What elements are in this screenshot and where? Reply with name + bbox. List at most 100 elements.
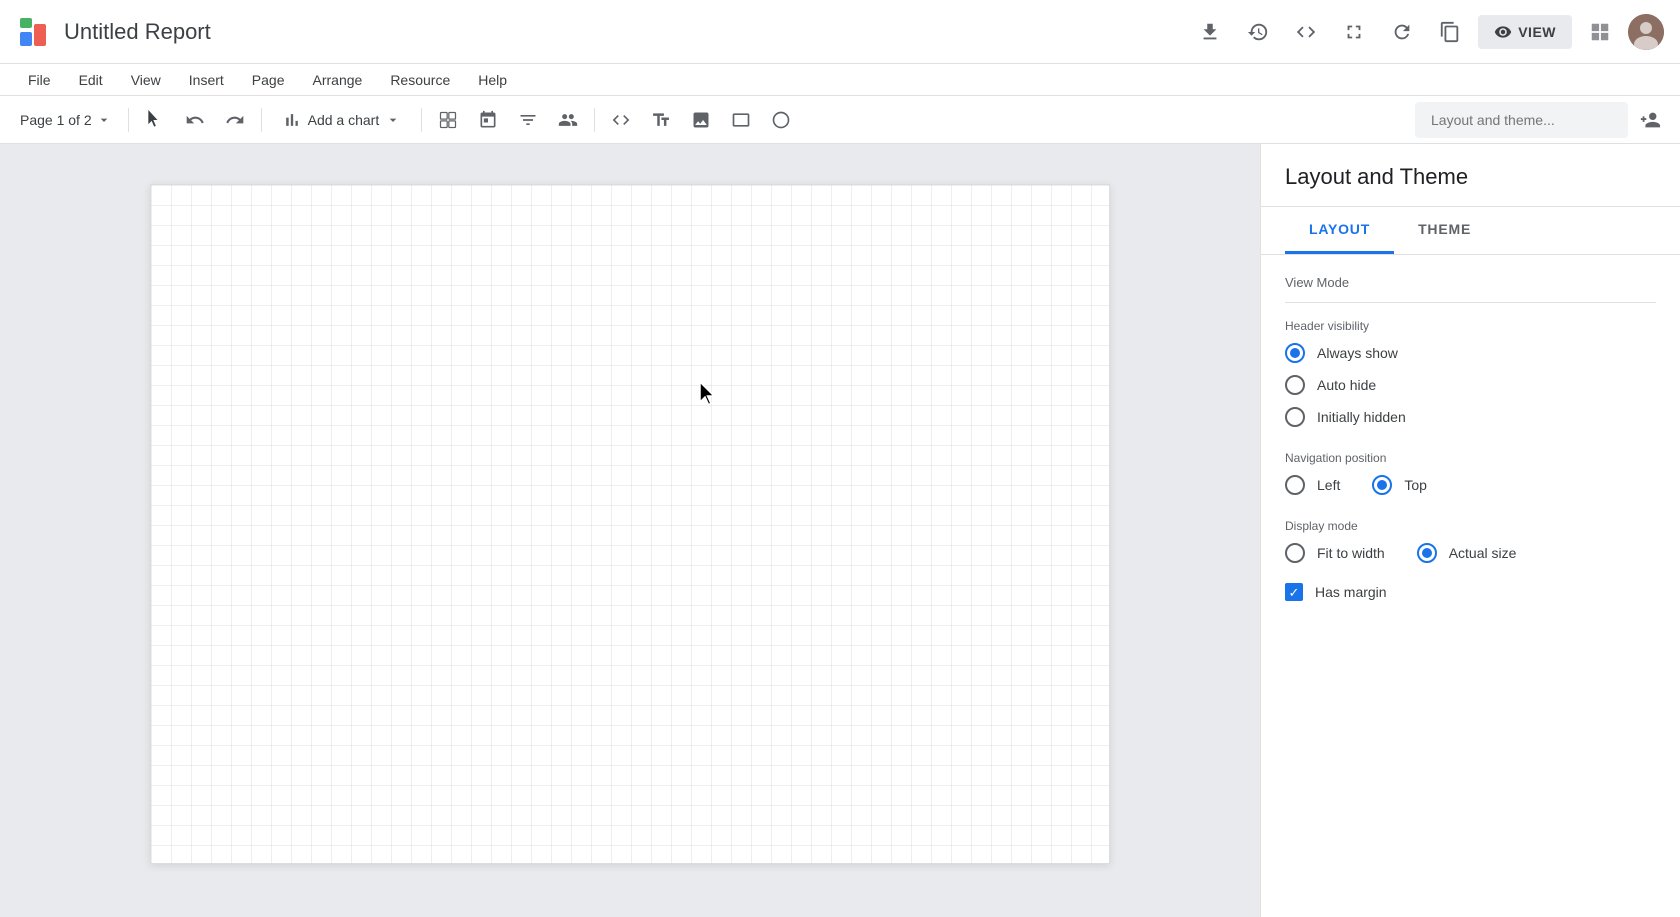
redo-button[interactable] (217, 102, 253, 138)
display-mode-group: Fit to width Actual size (1285, 543, 1656, 563)
menu-edit[interactable]: Edit (67, 68, 115, 92)
add-data-button[interactable] (550, 102, 586, 138)
radio-always-show[interactable]: Always show (1285, 343, 1656, 363)
looker-studio-logo-icon (16, 14, 52, 50)
display-actual-radio (1417, 543, 1437, 563)
radio-always-show-outer (1285, 343, 1305, 363)
display-fit-radio (1285, 543, 1305, 563)
image-icon (691, 110, 711, 130)
radio-auto-hide-outer (1285, 375, 1305, 395)
toolbar-separator-2 (261, 108, 262, 132)
fullscreen-button[interactable] (1334, 12, 1374, 52)
panel-header: Layout and Theme (1261, 144, 1680, 207)
report-canvas[interactable] (150, 184, 1110, 864)
display-actual-radio-inner (1422, 548, 1432, 558)
add-filter-button[interactable] (510, 102, 546, 138)
navigation-position-group: Left Top (1285, 475, 1656, 495)
avatar[interactable] (1628, 14, 1664, 50)
canvas-area[interactable] (0, 144, 1260, 917)
menu-help[interactable]: Help (466, 68, 519, 92)
add-user-button[interactable] (1632, 102, 1668, 138)
add-user-icon (1639, 109, 1661, 131)
display-actual-label: Actual size (1449, 545, 1517, 561)
history-icon (1247, 21, 1269, 43)
menu-bar: File Edit View Insert Page Arrange Resou… (0, 64, 1680, 96)
user-avatar-svg (1628, 14, 1664, 50)
history-button[interactable] (1238, 12, 1278, 52)
checkbox-checkmark: ✓ (1289, 586, 1300, 599)
avatar-image (1628, 14, 1664, 50)
header-actions: VIEW (1190, 12, 1664, 52)
nav-top-option[interactable]: Top (1372, 475, 1427, 495)
embed-icon (611, 110, 631, 130)
refresh-button[interactable] (1382, 12, 1422, 52)
display-actual-option[interactable]: Actual size (1417, 543, 1517, 563)
radio-auto-hide[interactable]: Auto hide (1285, 375, 1656, 395)
page-selector[interactable]: Page 1 of 2 (12, 108, 120, 132)
filter-icon (518, 110, 538, 130)
view-button-label: VIEW (1518, 24, 1556, 40)
header-visibility-label: Header visibility (1285, 319, 1656, 333)
has-margin-checkbox[interactable]: ✓ (1285, 583, 1303, 601)
undo-button[interactable] (177, 102, 213, 138)
image-button[interactable] (683, 102, 719, 138)
radio-initially-hidden[interactable]: Initially hidden (1285, 407, 1656, 427)
calendar-icon (478, 110, 498, 130)
fullscreen-icon (1343, 21, 1365, 43)
has-margin-label: Has margin (1315, 584, 1387, 600)
bar-chart-icon (282, 110, 302, 130)
page-dropdown-icon (96, 112, 112, 128)
nav-top-radio (1372, 475, 1392, 495)
add-date-range-button[interactable] (470, 102, 506, 138)
grid-icon (1589, 21, 1611, 43)
grid-button[interactable] (1580, 12, 1620, 52)
display-fit-label: Fit to width (1317, 545, 1385, 561)
rectangle-icon (731, 110, 751, 130)
has-margin-row[interactable]: ✓ Has margin (1285, 583, 1656, 601)
nav-top-radio-inner (1377, 480, 1387, 490)
download-button[interactable] (1190, 12, 1230, 52)
select-tool-button[interactable] (137, 102, 173, 138)
code-icon (1295, 21, 1317, 43)
app-title: Untitled Report (64, 19, 211, 45)
app-header: Untitled Report VIEW (0, 0, 1680, 64)
menu-file[interactable]: File (16, 68, 63, 92)
copy-button[interactable] (1430, 12, 1470, 52)
menu-resource[interactable]: Resource (378, 68, 462, 92)
nav-left-option[interactable]: Left (1285, 475, 1340, 495)
menu-arrange[interactable]: Arrange (301, 68, 375, 92)
tab-theme[interactable]: THEME (1394, 207, 1495, 254)
nav-top-label: Top (1404, 477, 1427, 493)
radio-always-show-inner (1290, 348, 1300, 358)
navigation-position-label: Navigation position (1285, 451, 1656, 465)
layout-theme-input[interactable] (1423, 108, 1620, 132)
app-logo[interactable] (16, 14, 52, 50)
circle-icon (771, 110, 791, 130)
text-icon (651, 110, 671, 130)
right-panel: Layout and Theme LAYOUT THEME View Mode … (1260, 144, 1680, 917)
menu-page[interactable]: Page (240, 68, 297, 92)
menu-insert[interactable]: Insert (177, 68, 236, 92)
layout-theme-search[interactable] (1415, 102, 1628, 138)
view-mode-label: View Mode (1285, 275, 1656, 290)
add-chart-button[interactable]: Add a chart (270, 102, 414, 138)
view-button[interactable]: VIEW (1478, 15, 1572, 49)
nav-left-label: Left (1317, 477, 1340, 493)
display-fit-option[interactable]: Fit to width (1285, 543, 1385, 563)
main-content: Layout and Theme LAYOUT THEME View Mode … (0, 144, 1680, 917)
add-control-button[interactable] (430, 102, 466, 138)
rectangle-button[interactable] (723, 102, 759, 138)
nav-left-radio (1285, 475, 1305, 495)
header-visibility-group: Always show Auto hide Initially hidden (1285, 343, 1656, 427)
code-button[interactable] (1286, 12, 1326, 52)
embed-button[interactable] (603, 102, 639, 138)
circle-button[interactable] (763, 102, 799, 138)
radio-always-show-label: Always show (1317, 345, 1398, 361)
tab-layout[interactable]: LAYOUT (1285, 207, 1394, 254)
menu-view[interactable]: View (119, 68, 173, 92)
text-button[interactable] (643, 102, 679, 138)
add-chart-label: Add a chart (308, 112, 380, 128)
mouse-cursor (696, 380, 720, 413)
toolbar-separator-1 (128, 108, 129, 132)
download-icon (1199, 21, 1221, 43)
